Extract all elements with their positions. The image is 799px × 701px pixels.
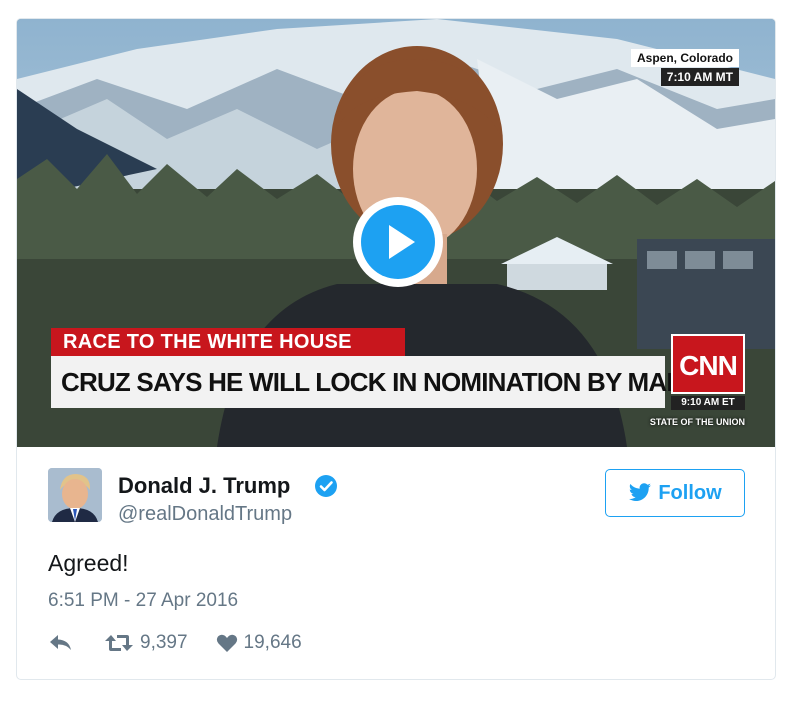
local-time: 7:10 AM MT [660,68,739,86]
location-name: Aspen, Colorado [630,49,739,67]
like-button[interactable]: 19,646 [216,632,302,654]
display-name[interactable]: Donald J. Trump [118,473,290,499]
show-name: STATE OF THE UNION [649,417,745,427]
chyron-headline: CRUZ SAYS HE WILL LOCK IN NOMINATION BY … [51,356,721,408]
retweet-icon [105,635,133,651]
tweet-text: Agreed! [48,550,129,576]
video-player[interactable]: Aspen, Colorado 7:10 AM MT RACE TO THE W… [17,19,775,447]
retweet-count: 9,397 [140,632,188,653]
location-tag: Aspen, Colorado 7:10 AM MT [607,49,739,86]
network-logo: CNN [671,334,745,394]
user-handle[interactable]: @realDonaldTrump [118,503,292,526]
like-count: 19,646 [243,632,302,653]
play-icon[interactable] [361,205,435,279]
retweet-button[interactable]: 9,397 [104,632,188,654]
tweet-actions: 9,397 19,646 [48,629,302,657]
follow-button[interactable]: Follow [605,469,745,517]
network-time: 9:10 AM ET [671,396,745,410]
verified-badge-icon [315,475,337,497]
twitter-bird-icon [629,483,652,501]
heart-icon [216,634,237,652]
avatar[interactable] [48,468,102,522]
embedded-tweet-card: Aspen, Colorado 7:10 AM MT RACE TO THE W… [16,18,776,680]
reply-icon [50,635,71,650]
follow-label: Follow [658,481,722,504]
reply-button[interactable] [48,633,74,653]
chyron-kicker: RACE TO THE WHITE HOUSE [51,328,405,356]
tweet-timestamp[interactable]: 6:51 PM - 27 Apr 2016 [48,590,238,612]
play-button[interactable] [353,197,443,287]
